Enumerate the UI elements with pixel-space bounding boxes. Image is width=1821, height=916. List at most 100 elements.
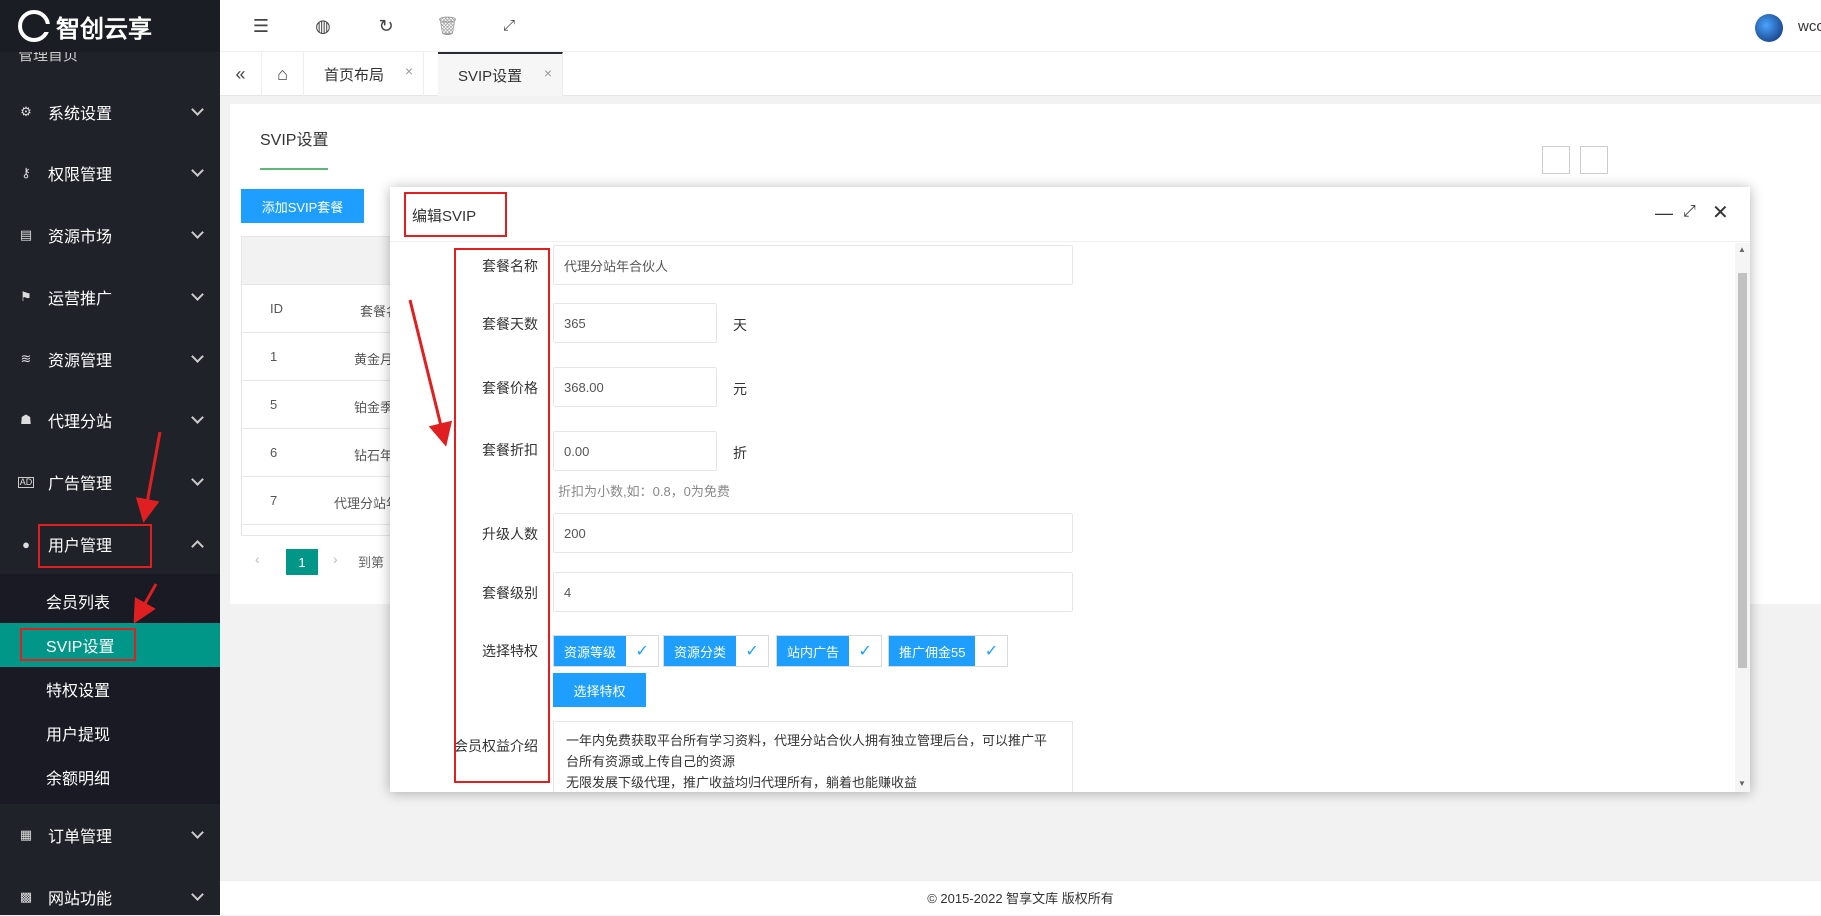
close-icon[interactable]: × xyxy=(544,65,552,81)
chevron-down-icon xyxy=(191,226,204,239)
minimize-icon[interactable]: — xyxy=(1655,203,1673,224)
tab-label: SVIP设置 xyxy=(458,67,523,85)
sidebar-item-permissions[interactable]: ⚷ 权限管理 xyxy=(0,144,220,202)
collapse-menu-icon[interactable]: ☰ xyxy=(250,15,272,37)
days-unit: 天 xyxy=(733,317,747,333)
field-label-days: 套餐天数 xyxy=(482,316,538,332)
page-number[interactable]: 1 xyxy=(286,549,318,575)
username[interactable]: wcc xyxy=(1798,18,1821,35)
chevron-down-icon xyxy=(191,164,204,177)
sidebar-item-label: 资源管理 xyxy=(48,353,113,370)
flag-icon: ⚑ xyxy=(20,289,32,304)
sidebar-item-user-management[interactable]: ● 用户管理 xyxy=(0,515,220,573)
close-icon[interactable]: × xyxy=(405,63,413,79)
table-row[interactable]: 1 黄金月 xyxy=(242,333,394,381)
next-page-icon[interactable]: › xyxy=(333,551,338,567)
avatar[interactable] xyxy=(1755,14,1783,42)
table-row[interactable]: 5 铂金季 xyxy=(242,381,394,429)
package-price-input[interactable]: 368.00 xyxy=(553,367,717,407)
tabs-scroll-left-icon[interactable]: « xyxy=(220,52,262,96)
column-filter-button[interactable] xyxy=(1542,146,1570,174)
upgrade-count-input[interactable]: 200 xyxy=(553,513,1073,553)
field-label-level: 套餐级别 xyxy=(482,585,538,601)
maximize-icon[interactable]: ⤢ xyxy=(1683,203,1696,221)
sidebar-item-label: 用户提现 xyxy=(46,727,111,744)
sidebar-item-label: 资源市场 xyxy=(48,229,113,246)
refresh-icon[interactable]: ↻ xyxy=(375,15,397,37)
member-benefits-textarea[interactable]: 一年内免费获取平台所有学习资料，代理分站合伙人拥有独立管理后台，可以推广平 台所… xyxy=(553,721,1073,792)
dialog-header: 编辑SVIP — ⤢ ✕ xyxy=(390,187,1750,242)
sidebar-subitem-balance-details[interactable]: 余额明细 xyxy=(0,755,220,799)
intro-line: 一年内免费获取平台所有学习资料，代理分站合伙人拥有独立管理后台，可以推广平 xyxy=(566,733,1048,748)
chevron-down-icon xyxy=(191,826,204,839)
cell-id: 1 xyxy=(270,349,278,364)
tab-svip-settings[interactable]: SVIP设置 × xyxy=(438,52,563,96)
sidebar-item-agent-sites[interactable]: ☗ 代理分站 xyxy=(0,391,220,449)
sidebar-item-system-settings[interactable]: ⚙ 系统设置 xyxy=(0,83,220,141)
privilege-tag[interactable]: 推广佣金55 ✓ xyxy=(888,635,1009,667)
check-icon[interactable]: ✓ xyxy=(975,636,1007,666)
add-svip-button[interactable]: 添加SVIP套餐 xyxy=(241,189,364,223)
cell-name: 黄金月 xyxy=(354,352,394,367)
sidebar-item-label: 网站功能 xyxy=(48,891,113,908)
privilege-tag-label: 资源等级 xyxy=(554,636,627,666)
goto-page-label: 到第 xyxy=(358,555,385,570)
chevron-down-icon xyxy=(191,350,204,363)
select-privilege-button[interactable]: 选择特权 xyxy=(553,673,646,707)
sidebar-item-label: 余额明细 xyxy=(46,771,111,788)
table-row[interactable]: 7 代理分站年 xyxy=(242,477,399,525)
cell-id: 7 xyxy=(270,493,278,508)
svip-table: ID 套餐名 1 黄金月 5 铂金季 6 钻石年 7 代理分站年 xyxy=(241,236,399,536)
table-row[interactable]: 6 钻石年 xyxy=(242,429,393,477)
dialog-scrollbar[interactable]: ▲ ▼ xyxy=(1735,243,1750,792)
sidebar-subitem-privilege-settings[interactable]: 特权设置 xyxy=(0,667,220,711)
sidebar-item-site-functions[interactable]: ▩ 网站功能 xyxy=(0,868,220,915)
user-icon: ● xyxy=(22,536,30,552)
field-label-privileges: 选择特权 xyxy=(482,643,538,659)
tab-home-layout[interactable]: 首页布局 × xyxy=(304,52,424,96)
sidebar-subitem-withdrawals[interactable]: 用户提现 xyxy=(0,711,220,755)
sidebar-subitem-svip-settings[interactable]: SVIP设置 xyxy=(0,623,220,667)
ad-icon: AD xyxy=(18,476,34,488)
check-icon[interactable]: ✓ xyxy=(849,636,881,666)
tab-bar: « ⌂ 首页布局 × SVIP设置 × xyxy=(220,52,1821,96)
privilege-tag[interactable]: 站内广告 ✓ xyxy=(776,635,883,667)
dialog-title: 编辑SVIP xyxy=(412,208,477,225)
discount-hint: 折扣为小数,如：0.8，0为免费 xyxy=(558,484,730,499)
field-label-price: 套餐价格 xyxy=(482,380,538,396)
sidebar-item-label: 系统设置 xyxy=(48,106,113,123)
sidebar-item-orders[interactable]: ▦ 订单管理 xyxy=(0,806,220,864)
prev-page-icon[interactable]: ‹ xyxy=(255,551,260,567)
close-icon[interactable]: ✕ xyxy=(1712,200,1729,225)
cell-name: 铂金季 xyxy=(354,400,394,415)
globe-icon[interactable]: ◍ xyxy=(312,15,334,37)
package-level-input[interactable]: 4 xyxy=(553,572,1073,612)
page-title: SVIP设置 xyxy=(260,126,329,170)
check-icon[interactable]: ✓ xyxy=(736,636,768,666)
sidebar-subitem-member-list[interactable]: 会员列表 xyxy=(0,579,220,623)
privilege-tag[interactable]: 资源等级 ✓ xyxy=(553,635,660,667)
app-logo[interactable]: 智创云享 xyxy=(0,0,220,52)
privilege-tag[interactable]: 资源分类 ✓ xyxy=(663,635,770,667)
package-discount-input[interactable]: 0.00 xyxy=(553,431,717,471)
logo-text: 智创云享 xyxy=(56,15,152,43)
package-days-input[interactable]: 365 xyxy=(553,303,717,343)
privilege-tag-label: 站内广告 xyxy=(777,636,850,666)
top-header: ☰ ◍ ↻ 🗑 ⤢ wcc xyxy=(220,0,1821,52)
sidebar-item-ads[interactable]: AD 广告管理 xyxy=(0,453,220,511)
scroll-down-icon[interactable]: ▼ xyxy=(1738,779,1746,788)
sidebar-item-operations[interactable]: ⚑ 运营推广 xyxy=(0,268,220,326)
footer-copyright: © 2015-2022 智享文库 版权所有 xyxy=(220,880,1821,915)
check-icon[interactable]: ✓ xyxy=(626,636,658,666)
trash-icon[interactable]: 🗑 xyxy=(436,15,459,37)
package-name-input[interactable]: 代理分站年合伙人 xyxy=(553,245,1073,285)
sidebar-item-resource-management[interactable]: ≋ 资源管理 xyxy=(0,330,220,388)
export-button[interactable] xyxy=(1580,146,1608,174)
home-icon[interactable]: ⌂ xyxy=(262,52,304,96)
fullscreen-icon[interactable]: ⤢ xyxy=(498,15,520,37)
user-management-submenu: 会员列表 SVIP设置 特权设置 用户提现 余额明细 xyxy=(0,574,220,804)
sidebar-item-resource-market[interactable]: ▤ 资源市场 xyxy=(0,206,220,264)
chevron-down-icon xyxy=(191,411,204,424)
scroll-up-icon[interactable]: ▲ xyxy=(1738,245,1746,254)
scrollbar-thumb[interactable] xyxy=(1738,273,1747,668)
